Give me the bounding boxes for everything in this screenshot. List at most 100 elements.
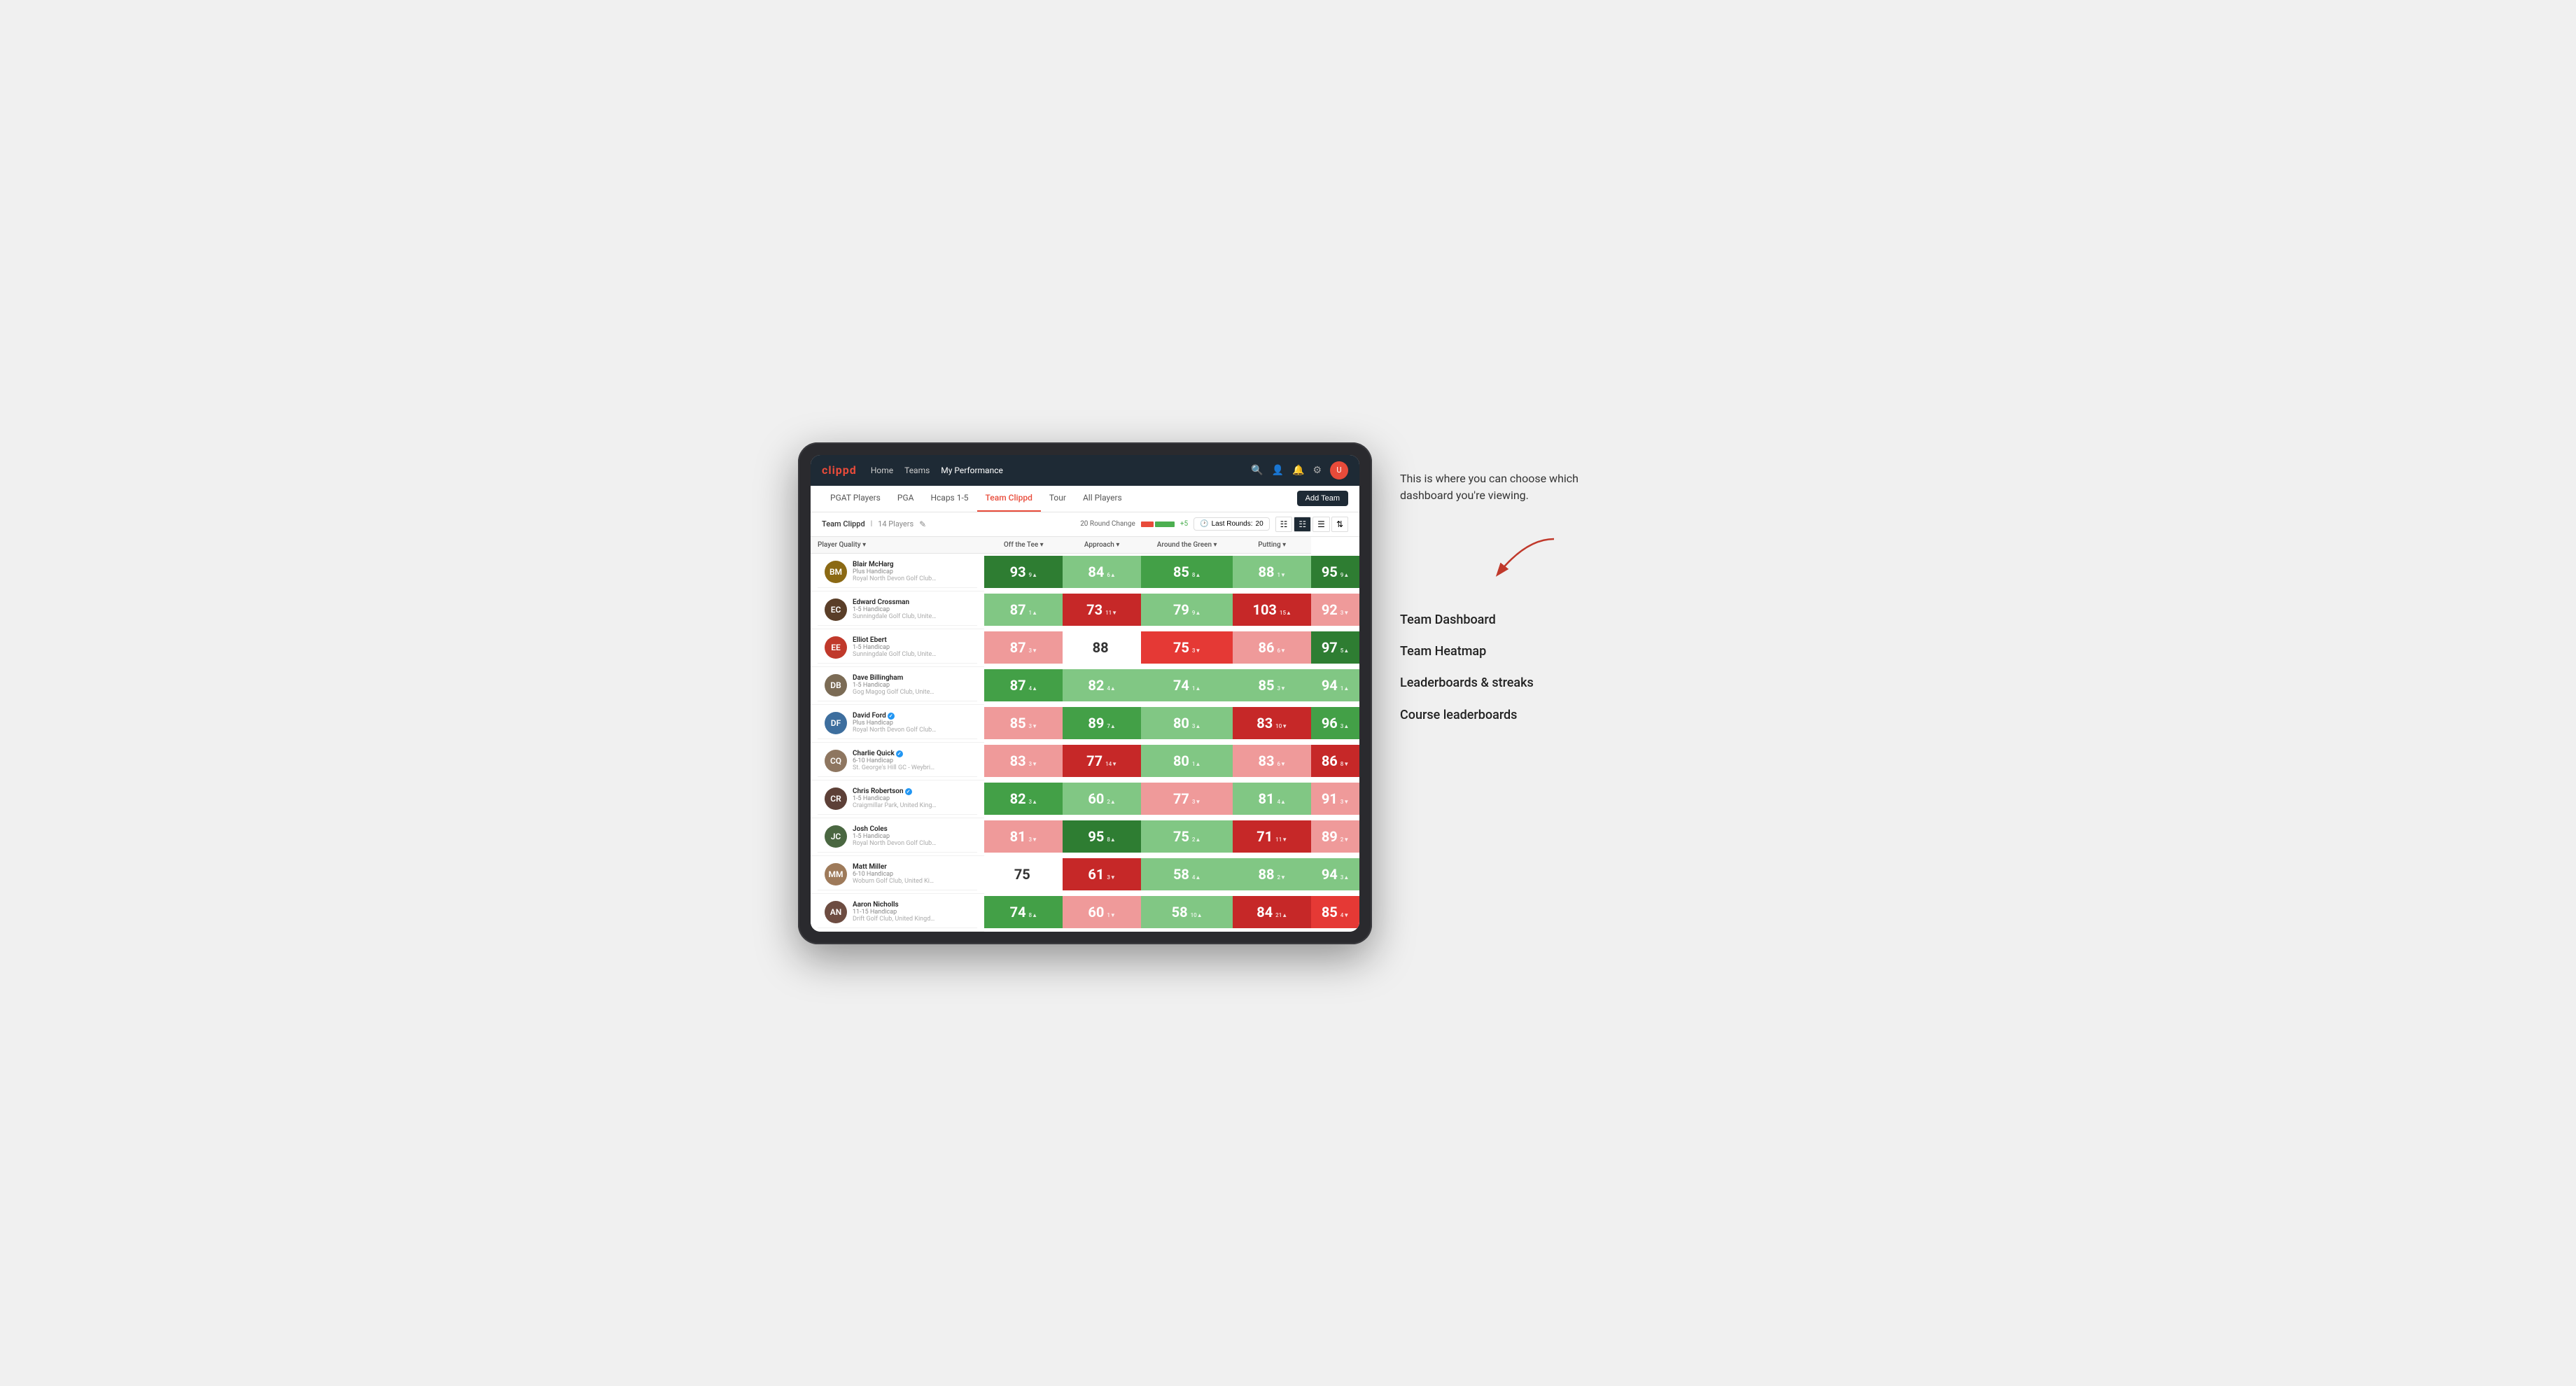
score-inner: 81 4▲ (1258, 790, 1285, 807)
round-change-bar (1141, 522, 1175, 527)
nav-home[interactable]: Home (871, 463, 893, 478)
score-row: 87 1▲ (1010, 601, 1037, 618)
score-box: 58 4▲ (1141, 858, 1233, 890)
table-row[interactable]: EC Edward Crossman 1-5 Handicap Sunningd… (811, 591, 1359, 629)
score-value: 86 (1258, 639, 1274, 656)
view-expand-button[interactable]: ⇅ (1331, 517, 1348, 532)
table-row[interactable]: CR Chris Robertson✓ 1-5 Handicap Craigmi… (811, 780, 1359, 818)
last-rounds-button[interactable]: 🕑 Last Rounds: 20 (1194, 517, 1270, 531)
player-info: Chris Robertson✓ 1-5 Handicap Craigmilla… (853, 788, 937, 809)
score-change: 15▲ (1280, 610, 1292, 616)
score-change: 1▲ (1340, 685, 1349, 692)
score-box: 85 4▼ (1311, 896, 1359, 928)
score-cell: 60 1▼ (1063, 893, 1141, 931)
player-cell: DF David Ford✓ Plus Handicap Royal North… (811, 704, 984, 742)
score-cell: 92 3▼ (1311, 591, 1359, 629)
score-row: 61 3▼ (1088, 866, 1115, 883)
score-value: 73 (1086, 601, 1102, 618)
tab-team-clippd[interactable]: Team Clippd (977, 486, 1041, 512)
tab-hcaps[interactable]: Hcaps 1-5 (922, 486, 976, 512)
score-inner: 92 3▼ (1322, 601, 1349, 618)
search-icon[interactable]: 🔍 (1251, 465, 1263, 476)
score-value: 61 (1088, 866, 1104, 883)
score-cell: 77 14▼ (1063, 742, 1141, 780)
table-row[interactable]: DF David Ford✓ Plus Handicap Royal North… (811, 704, 1359, 742)
score-value: 97 (1322, 639, 1338, 656)
table-row[interactable]: JC Josh Coles 1-5 Handicap Royal North D… (811, 818, 1359, 855)
score-cell: 83 6▼ (1233, 742, 1311, 780)
score-change: 1▲ (1192, 761, 1200, 767)
score-row: 80 1▲ (1173, 752, 1200, 769)
player-handicap: 1-5 Handicap (853, 606, 937, 613)
user-icon[interactable]: 👤 (1272, 465, 1284, 476)
player-cell: CR Chris Robertson✓ 1-5 Handicap Craigmi… (811, 780, 984, 818)
score-inner: 71 11▼ (1256, 828, 1287, 845)
player-handicap: Plus Handicap (853, 568, 937, 575)
score-change: 21▲ (1275, 912, 1287, 918)
score-row: 82 3▲ (1010, 790, 1037, 807)
player-handicap: 1-5 Handicap (853, 644, 937, 651)
score-box: 83 6▼ (1233, 745, 1311, 777)
table-row[interactable]: MM Matt Miller 6-10 Handicap Woburn Golf… (811, 855, 1359, 893)
score-change: 3▼ (1107, 874, 1115, 881)
score-change: 11▼ (1105, 610, 1117, 616)
score-row: 103 15▲ (1252, 601, 1291, 618)
verified-badge: ✓ (888, 713, 895, 720)
score-cell: 96 3▲ (1311, 704, 1359, 742)
annotation-text: This is where you can choose which dashb… (1400, 470, 1624, 504)
verified-badge: ✓ (896, 750, 903, 757)
score-value: 91 (1322, 790, 1338, 807)
player-avatar: EC (825, 598, 847, 621)
score-inner: 91 3▼ (1322, 790, 1349, 807)
col-header-putting: Putting ▾ (1233, 537, 1311, 554)
tab-all-players[interactable]: All Players (1074, 486, 1130, 512)
nav-my-performance[interactable]: My Performance (941, 463, 1003, 478)
player-name: Charlie Quick✓ (853, 750, 937, 757)
score-value: 60 (1088, 790, 1104, 807)
score-inner: 77 14▼ (1086, 752, 1117, 769)
score-cell: 94 1▲ (1311, 666, 1359, 704)
user-avatar[interactable]: U (1330, 461, 1348, 479)
player-club: Drift Golf Club, United Kingdom (853, 916, 937, 923)
score-change: 3▼ (1340, 799, 1349, 805)
table-row[interactable]: DB Dave Billingham 1-5 Handicap Gog Mago… (811, 666, 1359, 704)
player-avatar: CQ (825, 750, 847, 772)
player-club: Gog Magog Golf Club, United Kingdom (853, 689, 937, 696)
score-box: 86 6▼ (1233, 631, 1311, 664)
view-heatmap-button[interactable]: ☷ (1294, 517, 1311, 532)
nav-teams[interactable]: Teams (904, 463, 930, 478)
view-grid-button[interactable]: ☷ (1275, 517, 1293, 532)
tab-pgat-players[interactable]: PGAT Players (822, 486, 889, 512)
table-row[interactable]: BM Blair McHarg Plus Handicap Royal Nort… (811, 553, 1359, 591)
score-cell: 84 21▲ (1233, 893, 1311, 931)
score-inner: 75 (1014, 866, 1033, 883)
score-change: 8▲ (1029, 912, 1037, 918)
score-inner: 74 8▲ (1010, 904, 1037, 920)
score-change: 8▼ (1340, 761, 1349, 767)
annotation-arrow (1484, 532, 1568, 588)
score-row: 84 6▲ (1088, 564, 1115, 580)
annotation-panel: This is where you can choose which dashb… (1400, 442, 1624, 739)
team-name: Team Clippd (822, 519, 865, 528)
score-value: 85 (1258, 677, 1274, 694)
col-header-approach: Approach ▾ (1063, 537, 1141, 554)
tab-pga[interactable]: PGA (889, 486, 923, 512)
dashboard-item-2: Team Heatmap (1400, 643, 1624, 659)
settings-icon[interactable]: ⚙ (1312, 465, 1322, 476)
player-handicap: 6-10 Handicap (853, 757, 937, 764)
view-list-button[interactable]: ☰ (1312, 517, 1330, 532)
tab-tour[interactable]: Tour (1041, 486, 1074, 512)
edit-icon[interactable]: ✎ (919, 519, 926, 529)
score-row: 75 3▼ (1173, 639, 1200, 656)
score-value: 71 (1256, 828, 1273, 845)
dashboard-item-3: Leaderboards & streaks (1400, 675, 1624, 691)
table-row[interactable]: AN Aaron Nicholls 11-15 Handicap Drift G… (811, 893, 1359, 931)
add-team-button[interactable]: Add Team (1297, 491, 1348, 506)
score-cell: 91 3▼ (1311, 780, 1359, 818)
logo[interactable]: clippd (822, 463, 857, 477)
table-row[interactable]: EE Elliot Ebert 1-5 Handicap Sunningdale… (811, 629, 1359, 666)
nav-links: Home Teams My Performance (871, 463, 1237, 478)
table-row[interactable]: CQ Charlie Quick✓ 6-10 Handicap St. Geor… (811, 742, 1359, 780)
player-avatar: DB (825, 674, 847, 696)
bell-icon[interactable]: 🔔 (1292, 465, 1304, 476)
